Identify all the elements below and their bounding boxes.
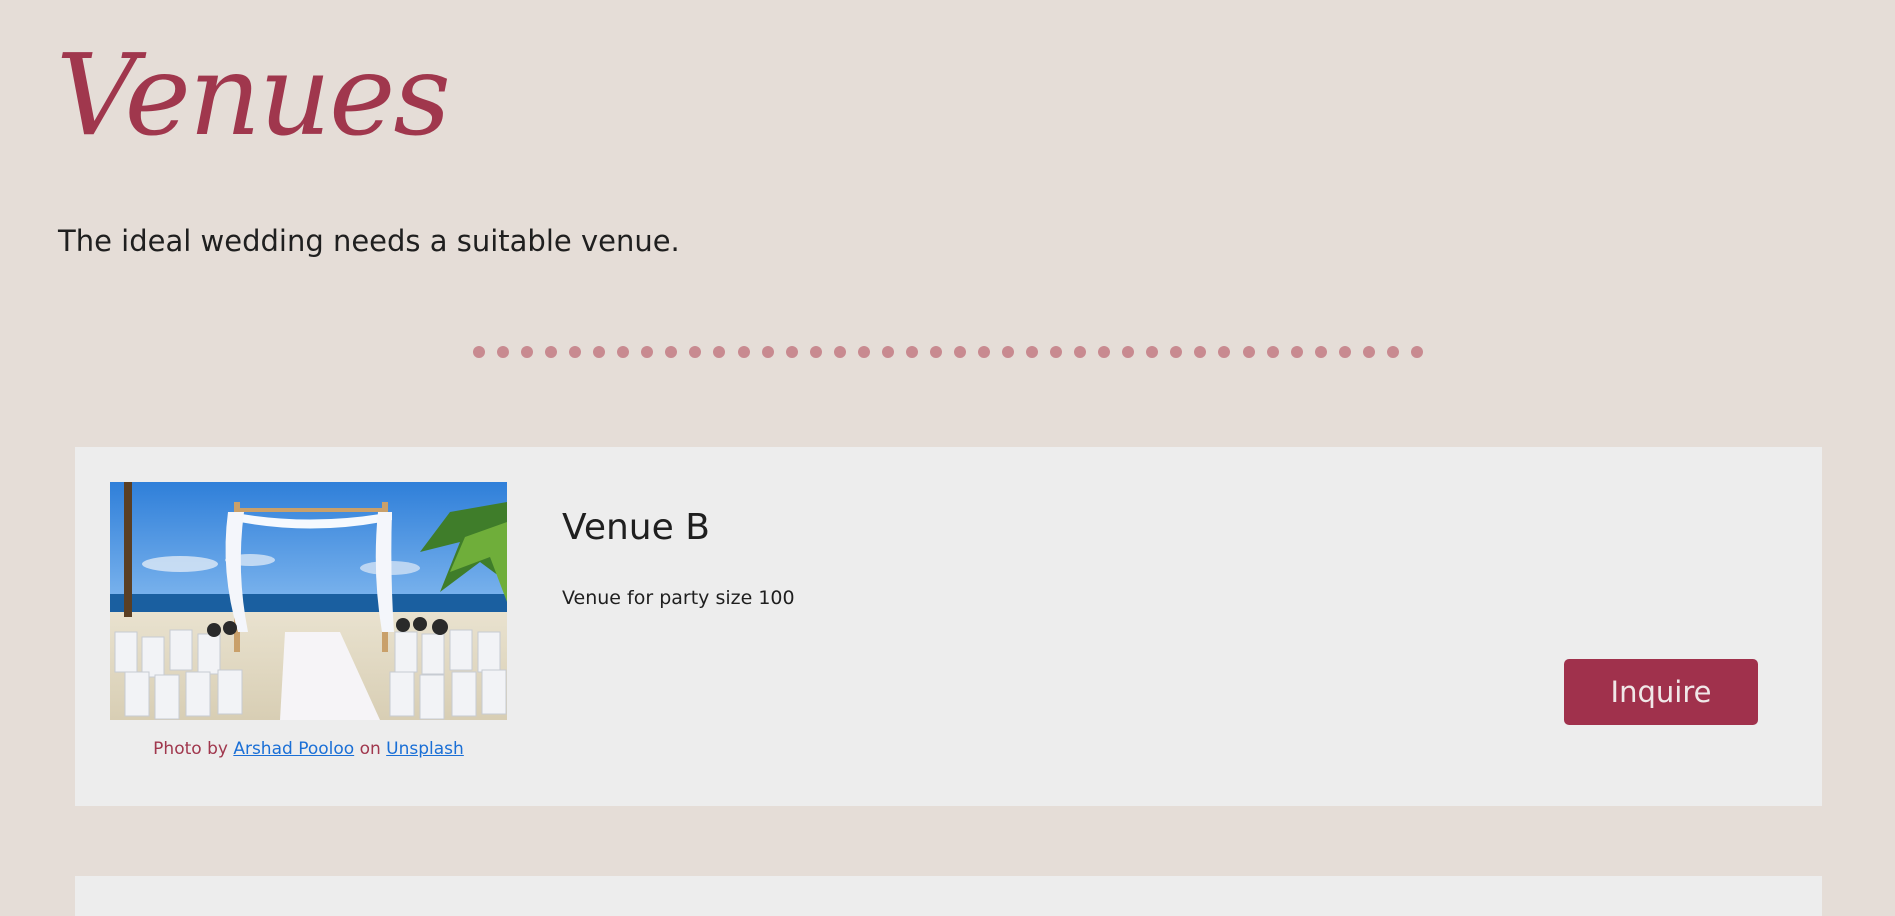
venue-card: Photo by Arshad Pooloo on Unsplash Venue… [75,447,1822,806]
divider-dot [521,346,534,358]
divider-dot [1002,346,1015,358]
next-venue-card [75,876,1822,916]
divider-dot [641,346,654,358]
divider-dot [1290,346,1303,358]
divider-dot [545,346,558,358]
divider-dot [1098,346,1111,358]
divider-dot [1242,346,1255,358]
divider-dot [833,346,846,358]
venue-name: Venue B [562,507,710,548]
divider-dot [713,346,726,358]
divider-dot [1122,346,1135,358]
divider-dot [809,346,822,358]
photo-credit-prefix: Photo by [153,739,228,759]
photo-credit: Photo by Arshad Pooloo on Unsplash [110,739,507,759]
photo-source-link[interactable]: Unsplash [386,739,464,759]
page-title: Venues [56,31,451,161]
divider-dot [1194,346,1207,358]
venue-photo-image [110,482,507,720]
divider-dot [569,346,582,358]
venue-description: Venue for party size 100 [562,587,795,609]
divider-dot [1362,346,1375,358]
divider-dot [737,346,750,358]
divider-dot [1410,346,1423,358]
divider-dot [497,346,510,358]
divider-dot [1386,346,1399,358]
divider-dot [689,346,702,358]
divider-dot [1170,346,1183,358]
divider-dot [1338,346,1351,358]
divider-dot [857,346,870,358]
divider-dot [593,346,606,358]
photo-author-link[interactable]: Arshad Pooloo [233,739,354,759]
inquire-button[interactable]: Inquire [1564,659,1758,725]
divider-dot [1218,346,1231,358]
divider-dot [977,346,990,358]
divider-dot [953,346,966,358]
divider-dot [881,346,894,358]
divider-dot [1050,346,1063,358]
venue-photo [110,482,507,720]
dotted-divider [473,345,1423,359]
divider-dot [617,346,630,358]
divider-dot [473,346,485,358]
divider-dot [905,346,918,358]
photo-credit-middle: on [359,739,381,759]
divider-dot [1026,346,1039,358]
divider-dot [761,346,774,358]
page-subtitle: The ideal wedding needs a suitable venue… [58,224,680,258]
divider-dot [1314,346,1327,358]
divider-dot [785,346,798,358]
divider-dot [665,346,678,358]
divider-dot [1146,346,1159,358]
divider-dot [929,346,942,358]
divider-dot [1074,346,1087,358]
divider-dot [1266,346,1279,358]
